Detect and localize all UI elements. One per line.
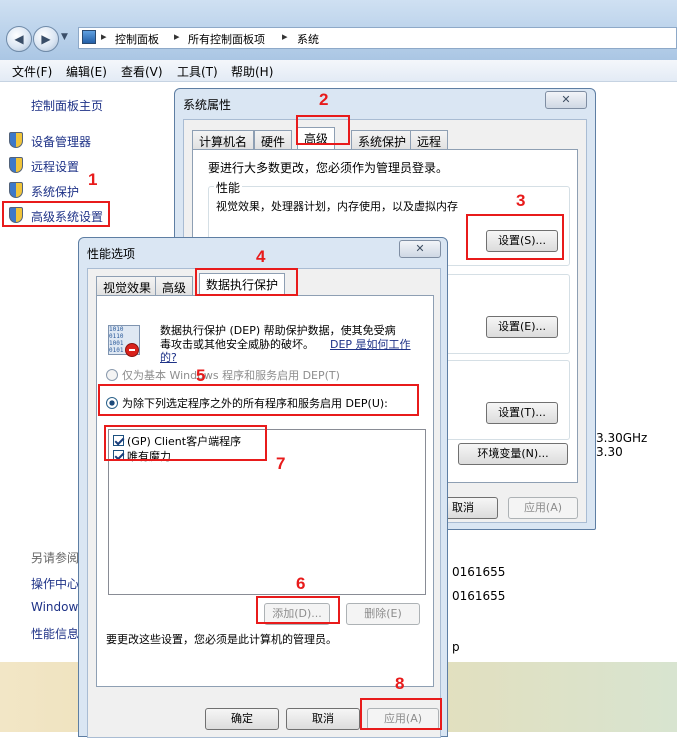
see-also-title: 另请参阅 (31, 551, 80, 565)
annotation-number-5: 5 (196, 366, 206, 385)
breadcrumb-separator-icon: ▸ (282, 30, 288, 43)
admin-required-note: 要更改这些设置，您必须是此计算机的管理员。 (106, 633, 337, 646)
radio-basic[interactable] (106, 369, 118, 381)
advanced-system-settings-link[interactable]: 高级系统设置 (31, 208, 103, 225)
product-id-text: 0161655 (452, 565, 506, 579)
admin-note: 要进行大多数更改，您必须作为管理员登录。 (208, 161, 449, 175)
remove-button[interactable]: 删除(E) (346, 603, 420, 625)
menu-view[interactable]: 查看(V) (121, 63, 163, 80)
menu-tools[interactable]: 工具(T) (177, 63, 218, 80)
uac-shield-icon (9, 182, 23, 198)
checkbox-checked[interactable] (113, 450, 124, 461)
uac-shield-icon (9, 132, 23, 148)
list-item[interactable]: (GP) Client客户端程序 (113, 433, 241, 449)
annotation-number-6: 6 (296, 574, 306, 593)
tab-advanced[interactable]: 高级 (155, 276, 194, 296)
breadcrumb-system[interactable]: 系统 (297, 31, 319, 47)
tab-visual-effects[interactable]: 视觉效果 (96, 276, 159, 296)
list-item[interactable]: 唯有魔力 (113, 448, 171, 464)
tab-hardware[interactable]: 硬件 (254, 130, 293, 150)
annotation-number-8: 8 (395, 674, 405, 693)
system-properties-apply-button[interactable]: 应用(A) (508, 497, 578, 519)
breadcrumb-separator-icon: ▸ (101, 30, 107, 43)
uac-shield-icon (9, 207, 23, 223)
apply-button[interactable]: 应用(A) (367, 708, 439, 730)
program-list[interactable]: (GP) Client客户端程序 唯有魔力 (108, 429, 426, 595)
dep-how-it-works-link[interactable]: DEP 是如何工作 (330, 336, 411, 352)
tab-advanced[interactable]: 高级 (297, 127, 336, 150)
menu-file[interactable]: 文件(F) (12, 63, 52, 80)
dep-all-except-option-label: 为除下列选定程序之外的所有程序和服务启用 DEP(U): (122, 397, 388, 410)
tab-remote[interactable]: 远程 (410, 130, 449, 150)
uac-shield-icon (9, 157, 23, 173)
close-button[interactable]: ✕ (399, 240, 441, 258)
address-bar[interactable]: ▸ 控制面板 ▸ 所有控制面板项 ▸ 系统 (78, 27, 677, 49)
product-id-text: 0161655 (452, 589, 506, 603)
checkbox-checked[interactable] (113, 435, 124, 446)
system-properties-title: 系统属性 (183, 98, 232, 112)
performance-info-link[interactable]: 性能信息 (31, 625, 79, 642)
annotation-number-1: 1 (88, 170, 98, 189)
performance-options-dialog: 性能选项 ✕ 视觉效果 高级 数据执行保护 1010 0110 1001 0101 数… (78, 237, 448, 738)
dep-basic-option[interactable]: 仅为基本 Windows 程序和服务启用 DEP(T) (106, 367, 340, 383)
close-button[interactable]: ✕ (545, 91, 587, 109)
add-button[interactable]: 添加(D)... (264, 603, 330, 625)
device-manager-link[interactable]: 设备管理器 (31, 133, 91, 150)
dep-all-except-option[interactable]: 为除下列选定程序之外的所有程序和服务启用 DEP(U): (106, 395, 388, 411)
cancel-button[interactable]: 取消 (286, 708, 360, 730)
tab-system-protection[interactable]: 系统保护 (351, 130, 414, 150)
tab-data-execution-prevention[interactable]: 数据执行保护 (199, 273, 286, 296)
breadcrumb-all-items[interactable]: 所有控制面板项 (188, 31, 265, 47)
program-name: (GP) Client客户端程序 (127, 435, 242, 448)
forward-button[interactable]: ▶ (33, 26, 59, 52)
menu-edit[interactable]: 编辑(E) (66, 63, 107, 80)
system-protection-link[interactable]: 系统保护 (31, 183, 79, 200)
windows-link[interactable]: Windows (31, 600, 85, 614)
dep-block-icon (125, 343, 139, 357)
performance-options-body: 视觉效果 高级 数据执行保护 1010 0110 1001 0101 数据执行保护 (… (87, 268, 441, 738)
annotation-number-2: 2 (319, 90, 329, 109)
annotation-number-7: 7 (276, 454, 286, 473)
back-button[interactable]: ◀ (6, 26, 32, 52)
annotation-number-3: 3 (516, 191, 526, 210)
dep-basic-option-label: 仅为基本 Windows 程序和服务启用 DEP(T) (122, 369, 340, 382)
performance-options-title: 性能选项 (87, 247, 136, 261)
tab-computer-name[interactable]: 计算机名 (192, 130, 255, 150)
user-profiles-settings-button[interactable]: 设置(E)... (486, 316, 558, 338)
dep-how-it-works-link-cont[interactable]: 的? (160, 349, 177, 365)
explorer-titlebar: ◀ ▶ ▼ ▸ 控制面板 ▸ 所有控制面板项 ▸ 系统 (0, 0, 677, 60)
dep-description-line2: 毒攻击或其他安全威胁的破坏。 (160, 338, 314, 351)
radio-all-except[interactable] (106, 397, 118, 409)
processor-speed-text: 3.30GHz 3.30 (596, 431, 648, 459)
control-panel-home-link[interactable]: 控制面板主页 (31, 97, 103, 114)
menu-bar: 文件(F) 编辑(E) 查看(V) 工具(T) 帮助(H) (0, 60, 677, 82)
startup-recovery-settings-button[interactable]: 设置(T)... (486, 402, 558, 424)
environment-variables-button[interactable]: 环境变量(N)... (458, 443, 568, 465)
performance-description: 视觉效果，处理器计划，内存使用，以及虚拟内存 (216, 200, 458, 213)
breadcrumb-separator-icon: ▸ (174, 30, 180, 43)
performance-settings-button[interactable]: 设置(S)... (486, 230, 558, 252)
action-center-link[interactable]: 操作中心 (31, 575, 79, 592)
background-text-fragment: p (452, 640, 460, 654)
history-dropdown-icon[interactable]: ▼ (61, 32, 68, 42)
annotation-number-4: 4 (256, 247, 266, 266)
control-panel-icon (82, 30, 96, 44)
remote-settings-link[interactable]: 远程设置 (31, 158, 79, 175)
menu-help[interactable]: 帮助(H) (231, 63, 273, 80)
breadcrumb-control-panel[interactable]: 控制面板 (115, 31, 159, 47)
program-name: 唯有魔力 (127, 450, 171, 463)
performance-caption: 性能 (214, 179, 243, 196)
ok-button[interactable]: 确定 (205, 708, 279, 730)
